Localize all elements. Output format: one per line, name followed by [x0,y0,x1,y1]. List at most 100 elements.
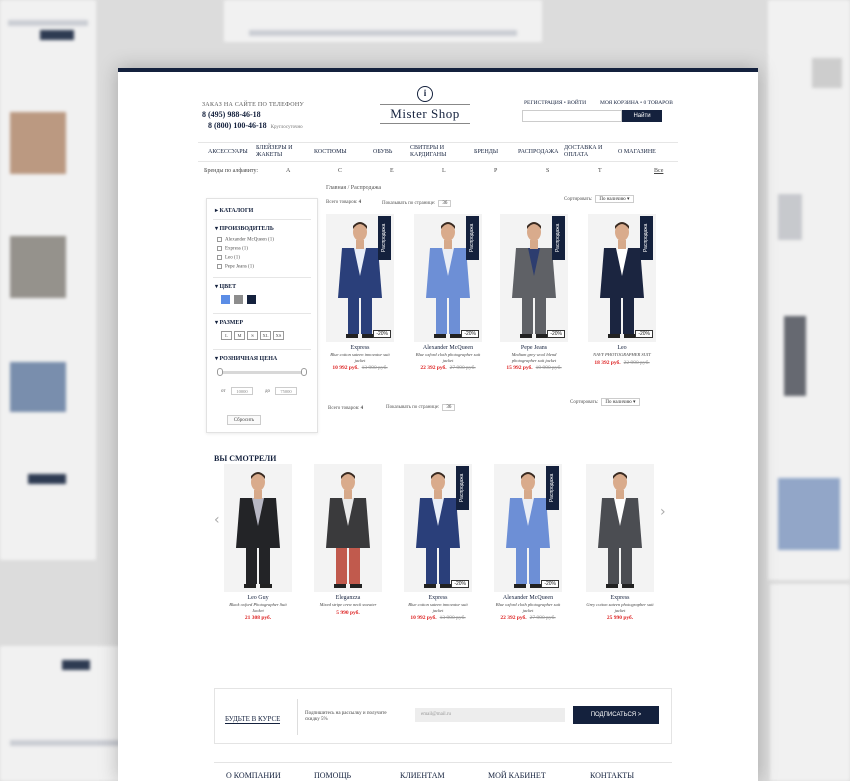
per-page-select[interactable]: 36 [442,404,456,411]
reset-filters-button[interactable]: Сбросить [227,415,261,425]
per-page-select[interactable]: 36 [438,200,452,207]
product-photo[interactable]: Распродажа -20% [588,214,656,342]
product-card[interactable]: Распродажа -20% Express Blue cotton sateen … [326,214,394,371]
product-card[interactable]: Express Grey cotton sateen photographer s… [586,464,654,621]
product-description: Blue oxford cloth photographer suit jack… [495,602,561,613]
nav-item-about[interactable]: О магазине [618,149,656,156]
size-option-xl[interactable]: XL [260,331,271,340]
newsletter-email-input[interactable]: email@mail.ru [415,708,565,722]
color-swatch-grey[interactable] [234,295,243,304]
manufacturer-checkbox[interactable]: Pepe Jeans (1) [217,264,254,270]
filter-manufacturer[interactable]: ▾ Производитель [215,225,274,232]
price-old: 13 990 руб. [439,615,466,621]
product-card[interactable]: Распродажа -20% Alexander McQueen Blue oxfo… [494,464,562,621]
product-name[interactable]: Express [404,595,472,601]
price-to-input[interactable]: 75000 [275,387,297,395]
price-slider[interactable] [219,371,305,374]
product-photo[interactable] [224,464,292,592]
product-photo[interactable] [586,464,654,592]
model-photo [224,464,292,592]
product-photo[interactable]: Распродажа -20% [326,214,394,342]
carousel-next-icon[interactable]: › [660,504,666,520]
product-name[interactable]: Pepe Jeans [500,345,568,351]
discount-badge: -20% [541,580,559,588]
size-option-l[interactable]: L [221,331,232,340]
filter-price[interactable]: ▾ Розничная цена [215,355,277,362]
sort-label: Сортировать: [564,197,593,202]
size-option-s[interactable]: S [247,331,258,340]
product-name[interactable]: Alexander McQueen [414,345,482,351]
product-photo[interactable]: Распродажа -20% [404,464,472,592]
sort-select[interactable]: По наличию ▾ [595,195,634,203]
product-card[interactable]: Распродажа -20% Alexander McQueen Blue oxfo… [414,214,482,371]
nav-item-delivery[interactable]: Доставка и оплата [564,145,608,159]
price-slider-handle[interactable] [301,368,307,376]
footer-link-help[interactable]: Помощь [314,771,351,780]
brand-letter-all[interactable]: Все [654,168,663,174]
cart-link[interactable]: Моя корзина • 0 товаров [600,100,673,106]
product-card[interactable]: Leo Guy Black oxford Photographer Suit Ja… [224,464,292,621]
filter-catalog[interactable]: ▸ Каталоги [215,207,253,214]
price-slider-handle[interactable] [217,368,223,376]
footer-link-clients[interactable]: Клиентам [400,771,445,780]
product-card[interactable]: Распродажа -20% Leo NAVY PHOTOGRAPHER SUIT 1… [588,214,656,366]
nav-item-sale[interactable]: Распродажа [518,149,559,156]
filter-size[interactable]: ▾ Размер [215,319,243,326]
nav-item-shoes[interactable]: Обувь [373,149,392,156]
product-name[interactable]: Express [586,595,654,601]
brand-letter-c[interactable]: C [338,168,342,174]
nav-item-sweaters[interactable]: Свитеры и кардиганы [410,145,452,159]
sale-badge: Распродажа [456,466,469,510]
price-from-input[interactable]: 10000 [231,387,253,395]
product-name[interactable]: Express [326,345,394,351]
newsletter-subscribe-button[interactable]: Подписаться > [573,706,659,724]
product-photo[interactable]: Распродажа -20% [500,214,568,342]
discount-badge: -20% [451,580,469,588]
product-card[interactable]: Распродажа -20% Pepe Jeans Medium grey wool… [500,214,568,371]
product-photo[interactable]: Распродажа -20% [494,464,562,592]
product-name[interactable]: Leo [588,345,656,351]
footer-link-about[interactable]: О компании [226,771,281,780]
product-photo[interactable] [314,464,382,592]
brand-letter-p[interactable]: P [494,168,497,174]
brand-letter-s[interactable]: S [546,168,549,174]
manufacturer-checkbox[interactable]: Express (1) [217,246,248,252]
price-from-label: от [221,389,226,394]
breadcrumb[interactable]: Главная / Распродажа [326,185,381,191]
logo[interactable]: i Mister Shop [380,86,470,124]
filter-color[interactable]: ▾ Цвет [215,283,236,290]
manufacturer-checkbox[interactable]: Alexander McQueen (1) [217,237,274,243]
brand-letter-l[interactable]: L [442,168,446,174]
nav-item-brands[interactable]: Бренды [474,149,498,156]
color-swatch-blue[interactable] [221,295,230,304]
product-name[interactable]: Alexander McQueen [494,595,562,601]
size-option-xs[interactable]: XS [273,331,284,340]
footer-link-cabinet[interactable]: Мой кабинет [488,771,546,780]
register-login-link[interactable]: Регистрация • Войти [524,100,586,106]
brand-letter-t[interactable]: T [598,168,602,174]
product-photo[interactable]: Распродажа -20% [414,214,482,342]
nav-item-accessories[interactable]: Аксессуары [208,149,254,156]
phone-number-2[interactable]: 8 (800) 100-46-18 Круглосуточно [208,121,303,130]
carousel-prev-icon[interactable]: ‹ [214,512,220,528]
product-name[interactable]: Leo Guy [224,595,292,601]
product-name[interactable]: Eleganzza [314,595,382,601]
nav-item-blazers[interactable]: Блейзеры и жакеты [256,145,300,159]
manufacturer-checkbox[interactable]: Leo (1) [217,255,240,261]
main-nav: Аксессуары Блейзеры и жакеты Костюмы Обу… [198,142,678,162]
price-current: 5 990 руб. [336,609,360,616]
search-input[interactable] [522,110,622,122]
brand-letter-e[interactable]: E [390,168,394,174]
search-button[interactable]: Найти [622,110,662,122]
footer-link-contacts[interactable]: Контакты [590,771,634,780]
sort-select-value: По наличию [605,400,632,405]
product-card[interactable]: Распродажа -20% Express Blue cotton sateen … [404,464,472,621]
nav-item-suits[interactable]: Костюмы [314,149,347,156]
sort-select[interactable]: По наличию ▾ [601,398,640,406]
color-swatch-navy[interactable] [247,295,256,304]
product-card[interactable]: Eleganzza Mixed stripe crew neck sweater 5… [314,464,382,616]
phone-number-1[interactable]: 8 (495) 988-46-18 [202,110,261,119]
size-option-m[interactable]: M [234,331,245,340]
sort-label: Сортировать: [570,400,599,405]
brand-letter-a[interactable]: A [286,168,290,174]
